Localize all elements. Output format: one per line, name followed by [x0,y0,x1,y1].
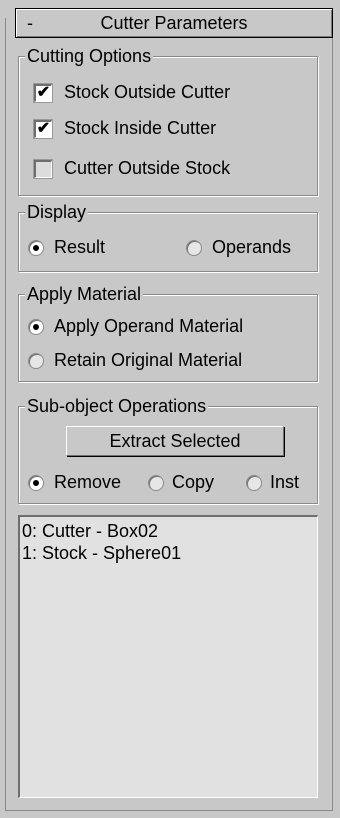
operands-listbox[interactable]: 0: Cutter - Box02 1: Stock - Sphere01 [18,515,318,798]
cutter-outside-stock-checkbox[interactable]: Cutter Outside Stock [33,158,231,179]
checkbox-label: Cutter Outside Stock [64,158,231,178]
radio-label: Copy [172,472,215,492]
stock-inside-cutter-checkbox[interactable]: ✔ Stock Inside Cutter [33,118,217,139]
radio-label: Retain Original Material [54,350,243,370]
list-item[interactable]: 1: Stock - Sphere01 [22,542,315,564]
checkbox-unchecked-icon[interactable] [33,158,53,179]
radio-selected-icon[interactable] [28,318,44,335]
group-label: Apply Material [25,283,144,305]
checkbox-checked-icon[interactable]: ✔ [33,118,53,139]
list-item[interactable]: 0: Cutter - Box02 [22,520,315,542]
collapse-toggle-icon[interactable]: - [20,13,40,34]
apply-operand-material-radio[interactable]: Apply Operand Material [28,316,243,337]
checkbox-label: Stock Inside Cutter [64,118,217,138]
checkbox-checked-icon[interactable]: ✔ [33,82,53,103]
display-operands-radio[interactable]: Operands [186,237,291,258]
radio-label: Remove [54,472,122,492]
extract-selected-button[interactable]: Extract Selected [66,426,284,456]
radio-unselected-icon[interactable] [246,474,262,491]
stock-outside-cutter-checkbox[interactable]: ✔ Stock Outside Cutter [33,82,231,103]
radio-label: Apply Operand Material [54,316,244,336]
group-label: Sub-object Operations [25,395,209,417]
radio-unselected-icon[interactable] [186,239,202,256]
radio-selected-icon[interactable] [28,239,44,256]
group-label: Display [25,201,89,223]
radio-label: Result [54,237,106,257]
radio-unselected-icon[interactable] [148,474,164,491]
radio-selected-icon[interactable] [28,474,44,491]
rollout-title: Cutter Parameters [100,12,248,33]
inst-radio[interactable]: Inst [246,472,299,493]
copy-radio[interactable]: Copy [148,472,214,493]
display-result-radio[interactable]: Result [28,237,105,258]
radio-label: Operands [212,237,292,257]
radio-unselected-icon[interactable] [28,352,44,369]
remove-radio[interactable]: Remove [28,472,121,493]
checkbox-label: Stock Outside Cutter [64,82,231,102]
retain-original-material-radio[interactable]: Retain Original Material [28,350,242,371]
rollout-header[interactable]: - Cutter Parameters [15,8,333,38]
group-label: Cutting Options [25,45,154,67]
radio-label: Inst [270,472,300,492]
